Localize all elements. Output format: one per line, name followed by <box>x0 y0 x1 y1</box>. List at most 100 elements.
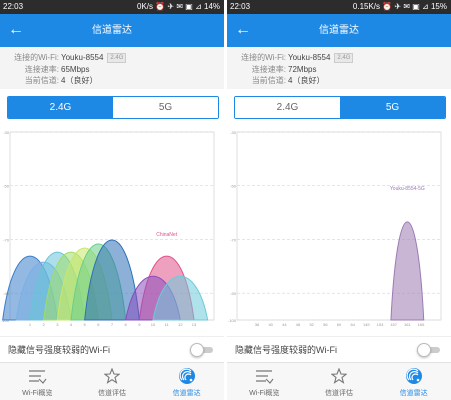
x-tick-label: 44 <box>282 322 287 327</box>
tab-channel-radar[interactable]: 信道雷达 <box>149 363 224 400</box>
ssid-label: 连接的Wi-Fi: <box>14 53 59 62</box>
ssid-row: 连接的Wi-Fi: Youku-8554 2.4G <box>12 52 127 63</box>
x-tick-label: 9 <box>138 322 141 327</box>
tab-label: 信道雷达 <box>399 390 428 397</box>
band-option-2-4g[interactable]: 2.4G <box>235 97 340 118</box>
status-bar: 22:03 0K/s ⏰ ✈ ✉ ▣ ⊿ 14% <box>0 0 224 14</box>
x-tick-label: 1 <box>29 322 32 327</box>
tab-channel-rating[interactable]: 信道评估 <box>75 363 150 400</box>
y-tick-label: -70 <box>230 237 237 242</box>
channel-row: 当前信道: 4（良好） <box>12 75 98 86</box>
hide-weak-wifi-row: 隐藏信号强度较弱的Wi-Fi <box>227 336 451 362</box>
x-tick-label: 3 <box>56 322 59 327</box>
tab-wifi-overview[interactable]: Wi-Fi概览 <box>0 363 75 400</box>
ssid-label: 连接的Wi-Fi: <box>241 53 286 62</box>
series-label: Youku-8554-5G <box>390 186 425 192</box>
hide-weak-wifi-label: 隐藏信号强度较弱的Wi-Fi <box>8 345 110 355</box>
band-option-5g[interactable]: 5G <box>340 97 445 118</box>
tab-label: 信道雷达 <box>172 390 201 397</box>
x-tick-label: 161 <box>404 322 411 327</box>
band-selector: 2.4G 5G <box>234 96 446 119</box>
ssid-value: Youku-8554 <box>288 53 331 62</box>
band-option-2-4g[interactable]: 2.4G <box>8 97 113 118</box>
band-option-5g[interactable]: 5G <box>113 97 218 118</box>
channel-radar-chart: -30 -50 -70 -90 -100 36 40 44 48 52 56 60 64 149 153 15… <box>227 124 451 334</box>
speed-label: 连接速率: <box>24 65 59 74</box>
hide-weak-wifi-toggle[interactable] <box>190 343 216 357</box>
x-tick-label: 10 <box>151 322 156 327</box>
tab-wifi-overview[interactable]: Wi-Fi概览 <box>227 363 302 400</box>
band-badge: 2.4G <box>107 52 127 63</box>
channel-label: 当前信道: <box>24 76 59 85</box>
hide-weak-wifi-label: 隐藏信号强度较弱的Wi-Fi <box>235 345 337 355</box>
x-tick-label: 153 <box>377 322 384 327</box>
app-bar: ← 信道雷达 <box>0 14 224 47</box>
y-tick-label: -70 <box>3 237 10 242</box>
x-tick-label: 157 <box>390 322 397 327</box>
x-tick-label: 2 <box>43 322 46 327</box>
speed-value: 72Mbps <box>288 65 317 74</box>
page-title: 信道雷达 <box>92 25 132 36</box>
x-tick-label: 4 <box>70 322 73 327</box>
bottom-tab-bar: Wi-Fi概览 信道评估 信道雷达 <box>0 362 224 400</box>
status-bar: 22:03 0.15K/s ⏰ ✈ ✉ ▣ ⊿ 15% <box>227 0 451 14</box>
x-tick-label: 48 <box>296 322 301 327</box>
channel-value: 4（良好） <box>61 76 98 85</box>
app-bar: ← 信道雷达 <box>227 14 451 47</box>
signal-curve <box>390 221 425 321</box>
x-tick-label: 40 <box>268 322 273 327</box>
tab-label: Wi-Fi概览 <box>249 390 280 397</box>
ssid-row: 连接的Wi-Fi: Youku-8554 2.4G <box>239 52 354 63</box>
hide-weak-wifi-toggle[interactable] <box>417 343 443 357</box>
tab-label: 信道评估 <box>98 390 126 397</box>
wifi-list-icon <box>227 367 302 385</box>
x-tick-label: 60 <box>337 322 342 327</box>
connection-info: 连接的Wi-Fi: Youku-8554 2.4G 连接速率: 65Mbps 当前信道… <box>0 47 224 89</box>
x-tick-label: 64 <box>350 322 355 327</box>
wifi-list-icon <box>0 367 75 385</box>
channel-label: 当前信道: <box>251 76 286 85</box>
toggle-knob <box>190 343 204 357</box>
toggle-knob <box>417 343 431 357</box>
chart-svg: -30 -50 -70 -90 -100 36 40 44 48 52 56 60 64 149 153 15… <box>228 130 442 327</box>
connection-info: 连接的Wi-Fi: Youku-8554 2.4G 连接速率: 72Mbps 当前信道… <box>227 47 451 89</box>
x-tick-label: 7 <box>111 322 114 327</box>
band-badge: 2.4G <box>334 52 354 63</box>
speed-row: 连接速率: 72Mbps <box>239 64 317 75</box>
star-icon <box>75 367 150 385</box>
hide-weak-wifi-row: 隐藏信号强度较弱的Wi-Fi <box>0 336 224 362</box>
tab-label: 信道评估 <box>325 390 353 397</box>
bottom-tab-bar: Wi-Fi概览 信道评估 信道雷达 <box>227 362 451 400</box>
status-indicators: 0K/s ⏰ ✈ ✉ ▣ ⊿ 14% <box>137 2 220 11</box>
ssid-value: Youku-8554 <box>61 53 104 62</box>
band-selector: 2.4G 5G <box>7 96 219 119</box>
speed-label: 连接速率: <box>251 65 286 74</box>
x-tick-label: 52 <box>309 322 314 327</box>
y-tick-label: -50 <box>3 184 10 189</box>
speed-row: 连接速率: 65Mbps <box>12 64 90 75</box>
x-tick-label: 11 <box>165 322 170 327</box>
x-tick-label: 149 <box>363 322 370 327</box>
tab-label: Wi-Fi概览 <box>22 390 53 397</box>
y-tick-label: -100 <box>228 318 237 323</box>
y-tick-label: -30 <box>3 130 10 135</box>
speed-value: 65Mbps <box>61 65 90 74</box>
page-title: 信道雷达 <box>319 25 359 36</box>
star-icon <box>302 367 377 385</box>
status-time: 22:03 <box>3 2 24 11</box>
x-tick-label: 36 <box>255 322 260 327</box>
channel-radar-chart: -30-50-70-90-10012345678910111213ChinaNe… <box>0 124 224 334</box>
tab-channel-radar[interactable]: 信道雷达 <box>376 363 451 400</box>
channel-value: 4（良好） <box>288 76 325 85</box>
x-tick-label: 5 <box>84 322 87 327</box>
y-tick-label: -90 <box>230 291 237 296</box>
y-tick-label: -50 <box>230 184 237 189</box>
radar-icon <box>149 367 224 385</box>
tab-channel-rating[interactable]: 信道评估 <box>302 363 377 400</box>
status-indicators: 0.15K/s ⏰ ✈ ✉ ▣ ⊿ 15% <box>352 2 447 11</box>
x-tick-label: 13 <box>192 322 197 327</box>
x-tick-label: 12 <box>178 322 183 327</box>
radar-icon <box>376 367 451 385</box>
left-screen: 22:03 0K/s ⏰ ✈ ✉ ▣ ⊿ 14% ← 信道雷达 连接的Wi-Fi… <box>0 0 224 400</box>
channel-row: 当前信道: 4（良好） <box>239 75 325 86</box>
